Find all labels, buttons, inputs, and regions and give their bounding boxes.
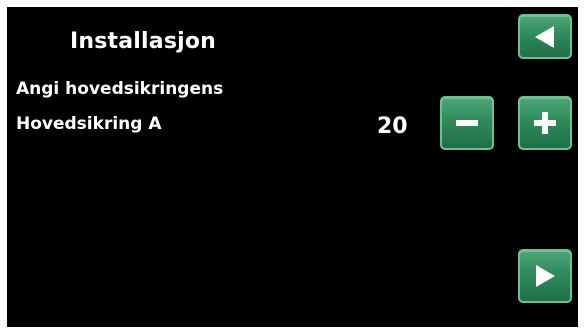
- plus-icon: [532, 110, 558, 136]
- decrease-button[interactable]: [440, 96, 494, 150]
- installation-screen: Installasjon Angi hovedsikringens Hoveds…: [7, 7, 578, 327]
- back-button[interactable]: [518, 14, 572, 59]
- setting-description: Angi hovedsikringens: [16, 79, 224, 99]
- increase-button[interactable]: [518, 96, 572, 150]
- minus-icon: [454, 110, 480, 136]
- back-arrow-icon: [532, 24, 558, 50]
- main-fuse-label: Hovedsikring A: [16, 114, 162, 134]
- next-arrow-icon: [532, 263, 558, 289]
- main-fuse-value: 20: [377, 114, 408, 139]
- next-button[interactable]: [518, 249, 572, 303]
- page-title: Installasjon: [70, 29, 217, 54]
